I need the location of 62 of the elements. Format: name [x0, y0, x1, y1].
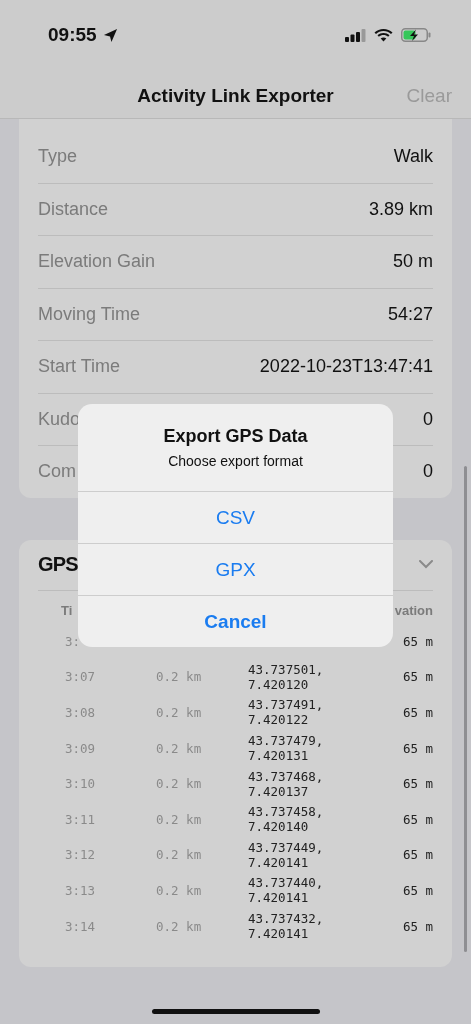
- signal-icon: [345, 28, 366, 42]
- battery-charging-icon: [401, 28, 431, 42]
- location-arrow-icon: [102, 27, 118, 43]
- time-cell-text: 3:08: [65, 705, 97, 720]
- detail-label: Kudo: [38, 408, 81, 430]
- coordinates-cell-text: 43.737458, 7.420140: [248, 804, 325, 835]
- coordinates-cell-text: 43.737501, 7.420120: [248, 661, 325, 692]
- time-cell-text: 3:13: [65, 882, 97, 898]
- elevation-cell-text: 65 m: [401, 705, 433, 720]
- elevation-cell-text: 65 m: [401, 882, 433, 898]
- elevation-cell-text: 65 m: [401, 776, 433, 792]
- distance-cell-text: 0.2 km: [156, 882, 203, 898]
- column-header: Ti: [61, 602, 73, 618]
- gps-title: GPS: [38, 553, 78, 576]
- chevron-icon[interactable]: [419, 560, 433, 569]
- detail-label: Distance: [38, 198, 109, 220]
- detail-label: Moving Time: [38, 303, 141, 325]
- coordinates-cell-text: 43.737432, 7.420141: [248, 911, 325, 942]
- wifi-icon: [374, 28, 393, 42]
- coordinates-cell-text: 43.737468, 7.420137: [248, 768, 325, 799]
- distance-cell-text: 0.2 km: [156, 811, 203, 827]
- dialog-action-button[interactable]: Cancel: [78, 595, 393, 647]
- time-cell-text: 3:11: [65, 811, 97, 827]
- time-cell-text: 3:10: [65, 776, 97, 792]
- distance-cell-text: 0.2 km: [156, 705, 203, 720]
- column-header: vation: [394, 602, 433, 618]
- elevation-cell-text: 65 m: [401, 847, 433, 863]
- detail-value: 50 m: [392, 251, 433, 273]
- elevation-cell-text: 65 m: [401, 918, 433, 934]
- detail-label: Elevation Gain: [38, 251, 156, 273]
- elevation-cell-text: 65 m: [401, 740, 433, 756]
- time-cell-text: 3:07: [65, 669, 97, 685]
- dialog-action-button[interactable]: GPX: [78, 543, 393, 595]
- dialog-message: Choose export format: [168, 453, 303, 469]
- detail-label: Start Time: [38, 356, 121, 378]
- detail-label: Com: [38, 461, 76, 483]
- detail-label: Type: [38, 146, 78, 168]
- detail-value: 0: [423, 461, 433, 483]
- screen-title: Activity Link Exporter: [137, 85, 334, 107]
- time-cell-text: 3:12: [65, 847, 97, 863]
- distance-cell-text: 0.2 km: [156, 669, 203, 685]
- elevation-cell-text: 65 m: [401, 811, 433, 827]
- coordinates-cell-text: 43.737440, 7.420141: [248, 875, 325, 906]
- time-cell-text: 3:14: [65, 918, 97, 934]
- dialog-action-button[interactable]: CSV: [78, 491, 393, 543]
- dialog-title: Export GPS Data: [163, 426, 308, 447]
- detail-value: 3.89 km: [368, 198, 433, 220]
- detail-value: Walk: [393, 146, 433, 168]
- elevation-cell-text: 65 m: [401, 633, 433, 649]
- coordinates-cell-text: 43.737491, 7.420122: [248, 697, 325, 728]
- detail-value: 2022-10-23T13:47:41: [259, 356, 433, 378]
- elevation-cell-text: 65 m: [401, 669, 433, 685]
- coordinates-cell-text: 43.737479, 7.420131: [248, 733, 325, 764]
- coordinates-cell-text: 43.737449, 7.420141: [248, 839, 325, 870]
- time-cell-text: 3:09: [65, 740, 97, 756]
- distance-cell-text: 0.2 km: [156, 740, 203, 756]
- detail-value: 0: [423, 408, 433, 430]
- status-time: 09:55: [48, 24, 97, 46]
- distance-cell-text: 0.2 km: [156, 918, 203, 934]
- distance-cell-text: 0.2 km: [156, 776, 203, 792]
- distance-cell-text: 0.2 km: [156, 847, 203, 863]
- detail-value: 54:27: [387, 303, 433, 325]
